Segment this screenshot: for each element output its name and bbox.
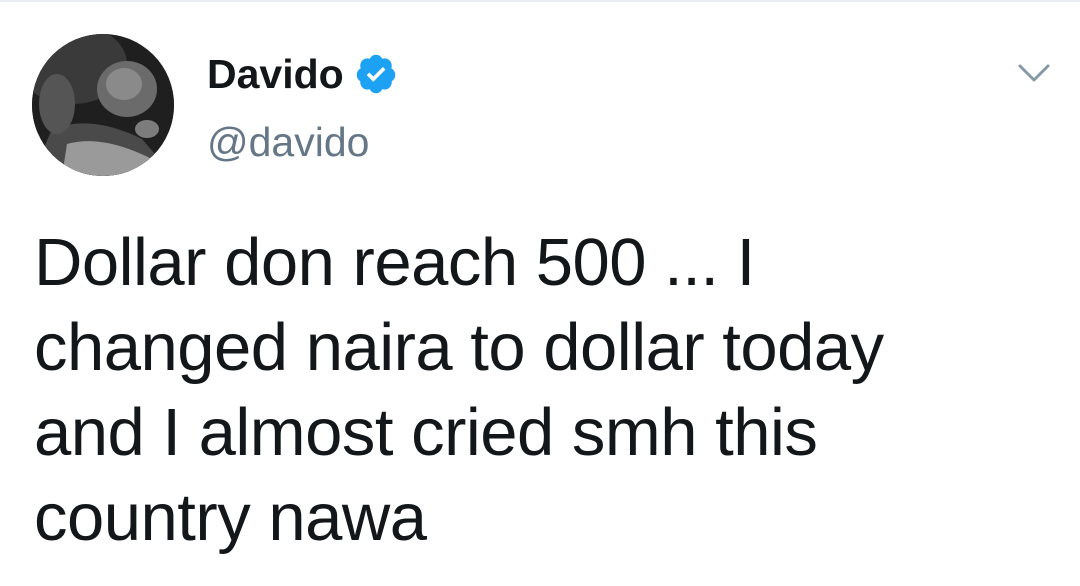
author-handle[interactable]: @davido [207,119,369,165]
avatar[interactable] [32,34,174,176]
top-divider [0,0,1080,2]
verified-badge-icon [354,52,398,96]
author-display-name[interactable]: Davido [207,51,344,97]
avatar-photo [32,34,174,176]
chevron-down-icon[interactable] [1014,58,1054,88]
author-name-row[interactable]: Davido [207,51,398,97]
tweet-text: Dollar don reach 500 ... I changed naira… [34,225,884,555]
